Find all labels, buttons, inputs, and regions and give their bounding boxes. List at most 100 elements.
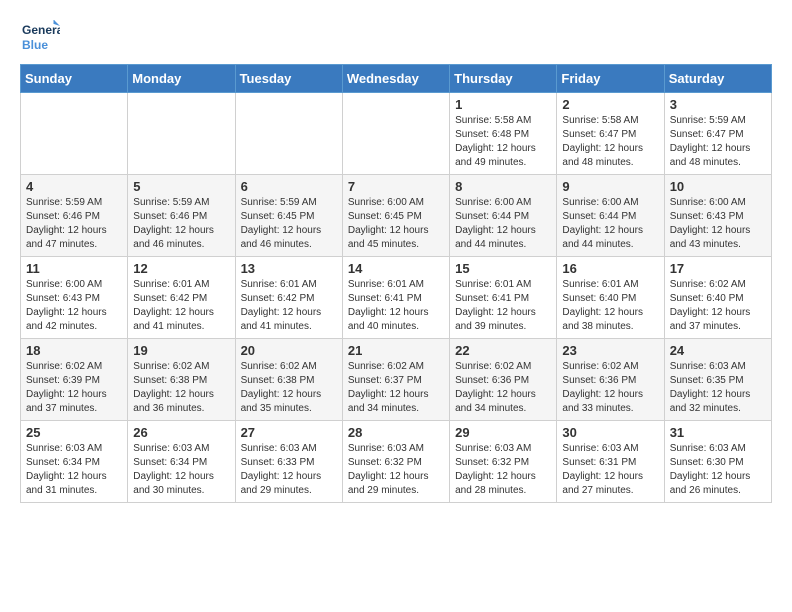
day-info: Sunrise: 6:03 AMSunset: 6:32 PMDaylight:… [455,442,551,498]
calendar-cell: 27Sunrise: 6:03 AMSunset: 6:33 PMDayligh… [235,421,342,503]
day-header-tuesday: Tuesday [235,65,342,93]
day-info: Sunrise: 6:02 AMSunset: 6:38 PMDaylight:… [241,360,337,416]
calendar-cell: 31Sunrise: 6:03 AMSunset: 6:30 PMDayligh… [664,421,771,503]
day-info: Sunrise: 5:59 AMSunset: 6:47 PMDaylight:… [670,114,766,170]
header: General Blue [20,16,772,56]
day-info: Sunrise: 6:02 AMSunset: 6:39 PMDaylight:… [26,360,122,416]
day-info: Sunrise: 5:58 AMSunset: 6:48 PMDaylight:… [455,114,551,170]
calendar-cell: 16 Sunrise: 6:01 AMSunset: 6:40 PMDayligh… [557,257,664,339]
calendar-cell: 3Sunrise: 5:59 AMSunset: 6:47 PMDaylight… [664,93,771,175]
day-number: 11 [26,261,122,276]
calendar-cell: 20 Sunrise: 6:02 AMSunset: 6:38 PMDayligh… [235,339,342,421]
day-number: 21 [348,343,444,358]
calendar-cell [128,93,235,175]
day-info: Sunrise: 5:58 AMSunset: 6:47 PMDaylight:… [562,114,658,170]
calendar-cell: 28 Sunrise: 6:03 AMSunset: 6:32 PMDayligh… [342,421,449,503]
day-info: Sunrise: 6:00 AMSunset: 6:44 PMDaylight:… [562,196,658,252]
calendar-cell: 2 Sunrise: 5:58 AMSunset: 6:47 PMDaylight… [557,93,664,175]
day-info: Sunrise: 6:02 AMSunset: 6:36 PMDaylight:… [562,360,658,416]
day-number: 13 [241,261,337,276]
day-info: Sunrise: 6:01 AMSunset: 6:40 PMDaylight:… [562,278,658,334]
day-number: 15 [455,261,551,276]
day-info: Sunrise: 6:03 AMSunset: 6:33 PMDaylight:… [241,442,337,498]
day-info: Sunrise: 6:01 AMSunset: 6:42 PMDaylight:… [133,278,229,334]
calendar-cell [342,93,449,175]
calendar-cell [235,93,342,175]
svg-text:General: General [22,23,60,37]
day-header-sunday: Sunday [21,65,128,93]
calendar-cell: 18 Sunrise: 6:02 AMSunset: 6:39 PMDayligh… [21,339,128,421]
day-number: 12 [133,261,229,276]
calendar-cell: 30 Sunrise: 6:03 AMSunset: 6:31 PMDayligh… [557,421,664,503]
calendar-week-3: 11 Sunrise: 6:00 AMSunset: 6:43 PMDayligh… [21,257,772,339]
day-info: Sunrise: 6:01 AMSunset: 6:41 PMDaylight:… [455,278,551,334]
calendar-cell: 10 Sunrise: 6:00 AMSunset: 6:43 PMDayligh… [664,175,771,257]
day-number: 2 [562,97,658,112]
calendar-cell: 4 Sunrise: 5:59 AMSunset: 6:46 PMDaylight… [21,175,128,257]
day-number: 4 [26,179,122,194]
day-number: 10 [670,179,766,194]
day-info: Sunrise: 6:01 AMSunset: 6:41 PMDaylight:… [348,278,444,334]
calendar-cell: 15 Sunrise: 6:01 AMSunset: 6:41 PMDayligh… [450,257,557,339]
calendar-header-row: SundayMondayTuesdayWednesdayThursdayFrid… [21,65,772,93]
page: General Blue SundayMondayTuesdayWednesda… [0,0,792,519]
day-info: Sunrise: 6:00 AMSunset: 6:43 PMDaylight:… [670,196,766,252]
calendar-cell: 24Sunrise: 6:03 AMSunset: 6:35 PMDayligh… [664,339,771,421]
day-number: 6 [241,179,337,194]
calendar-cell: 21Sunrise: 6:02 AMSunset: 6:37 PMDayligh… [342,339,449,421]
day-info: Sunrise: 6:00 AMSunset: 6:43 PMDaylight:… [26,278,122,334]
logo: General Blue [20,16,60,56]
day-number: 9 [562,179,658,194]
day-header-thursday: Thursday [450,65,557,93]
day-info: Sunrise: 6:03 AMSunset: 6:35 PMDaylight:… [670,360,766,416]
calendar-week-4: 18 Sunrise: 6:02 AMSunset: 6:39 PMDayligh… [21,339,772,421]
day-number: 19 [133,343,229,358]
calendar-cell: 8 Sunrise: 6:00 AMSunset: 6:44 PMDaylight… [450,175,557,257]
day-number: 26 [133,425,229,440]
calendar-cell: 11 Sunrise: 6:00 AMSunset: 6:43 PMDayligh… [21,257,128,339]
logo-graphic: General Blue [20,16,60,56]
calendar-cell: 5 Sunrise: 5:59 AMSunset: 6:46 PMDaylight… [128,175,235,257]
logo-container: General Blue [20,16,60,56]
calendar-cell: 19 Sunrise: 6:02 AMSunset: 6:38 PMDayligh… [128,339,235,421]
day-number: 22 [455,343,551,358]
calendar-cell: 1Sunrise: 5:58 AMSunset: 6:48 PMDaylight… [450,93,557,175]
day-info: Sunrise: 6:03 AMSunset: 6:31 PMDaylight:… [562,442,658,498]
day-number: 16 [562,261,658,276]
day-number: 8 [455,179,551,194]
calendar-week-2: 4 Sunrise: 5:59 AMSunset: 6:46 PMDaylight… [21,175,772,257]
day-number: 18 [26,343,122,358]
day-info: Sunrise: 5:59 AMSunset: 6:45 PMDaylight:… [241,196,337,252]
day-info: Sunrise: 6:03 AMSunset: 6:34 PMDaylight:… [133,442,229,498]
calendar-cell: 25 Sunrise: 6:03 AMSunset: 6:34 PMDayligh… [21,421,128,503]
day-header-saturday: Saturday [664,65,771,93]
day-number: 28 [348,425,444,440]
day-info: Sunrise: 6:03 AMSunset: 6:32 PMDaylight:… [348,442,444,498]
day-number: 23 [562,343,658,358]
day-info: Sunrise: 6:00 AMSunset: 6:44 PMDaylight:… [455,196,551,252]
day-info: Sunrise: 5:59 AMSunset: 6:46 PMDaylight:… [133,196,229,252]
calendar-cell: 29Sunrise: 6:03 AMSunset: 6:32 PMDayligh… [450,421,557,503]
day-number: 31 [670,425,766,440]
calendar-cell: 6 Sunrise: 5:59 AMSunset: 6:45 PMDaylight… [235,175,342,257]
day-number: 25 [26,425,122,440]
day-info: Sunrise: 6:02 AMSunset: 6:36 PMDaylight:… [455,360,551,416]
calendar-cell: 26 Sunrise: 6:03 AMSunset: 6:34 PMDayligh… [128,421,235,503]
day-info: Sunrise: 5:59 AMSunset: 6:46 PMDaylight:… [26,196,122,252]
day-number: 14 [348,261,444,276]
calendar-cell: 17Sunrise: 6:02 AMSunset: 6:40 PMDayligh… [664,257,771,339]
day-info: Sunrise: 6:03 AMSunset: 6:34 PMDaylight:… [26,442,122,498]
calendar-week-5: 25 Sunrise: 6:03 AMSunset: 6:34 PMDayligh… [21,421,772,503]
day-number: 20 [241,343,337,358]
day-info: Sunrise: 6:01 AMSunset: 6:42 PMDaylight:… [241,278,337,334]
calendar-cell: 7Sunrise: 6:00 AMSunset: 6:45 PMDaylight… [342,175,449,257]
day-header-wednesday: Wednesday [342,65,449,93]
calendar-cell [21,93,128,175]
calendar-cell: 13 Sunrise: 6:01 AMSunset: 6:42 PMDayligh… [235,257,342,339]
day-number: 30 [562,425,658,440]
day-number: 17 [670,261,766,276]
day-info: Sunrise: 6:02 AMSunset: 6:38 PMDaylight:… [133,360,229,416]
day-number: 5 [133,179,229,194]
calendar-week-1: 1Sunrise: 5:58 AMSunset: 6:48 PMDaylight… [21,93,772,175]
svg-text:Blue: Blue [22,38,48,52]
